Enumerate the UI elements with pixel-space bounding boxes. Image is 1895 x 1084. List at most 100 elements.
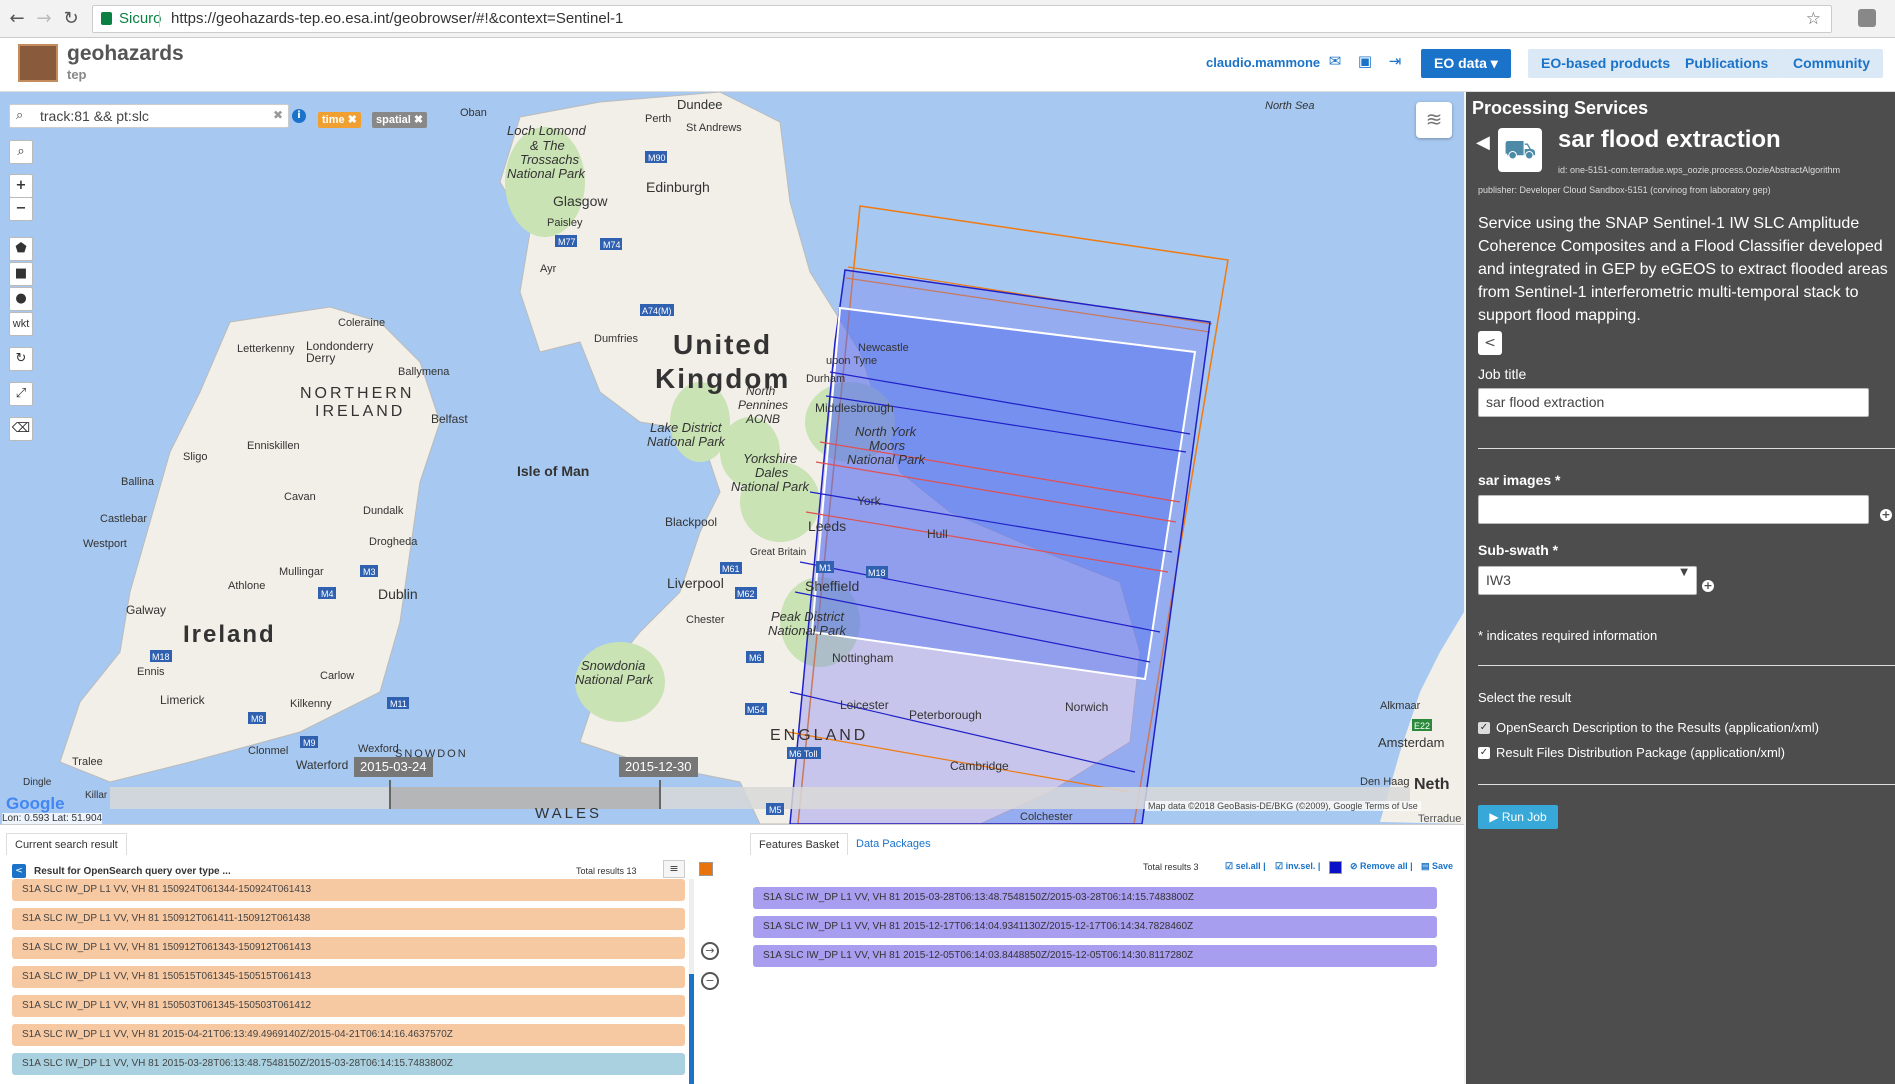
timeline-start-label[interactable]: 2015-03-24 xyxy=(354,757,433,777)
map-search-box[interactable]: ⌕ ✖ xyxy=(9,104,289,128)
nav-community-button[interactable]: Community xyxy=(1780,49,1883,78)
result-row-selected[interactable]: S1A SLC IW_DP L1 VV, VH 81 2015-03-28T06… xyxy=(12,1053,685,1075)
subswath-select[interactable]: IW3 ▼ xyxy=(1478,566,1697,595)
svg-text:Enniskillen: Enniskillen xyxy=(247,440,300,452)
result-row[interactable]: S1A SLC IW_DP L1 VV, VH 81 150912T061343… xyxy=(12,937,685,959)
map-canvas[interactable]: United Kingdom Ireland NORTHERN IRELAND … xyxy=(0,92,1464,824)
fullscreen-icon[interactable]: ⤢ xyxy=(9,382,33,406)
mail-icon[interactable]: ✉ xyxy=(1326,52,1344,70)
refresh-icon[interactable]: ↻ xyxy=(9,347,33,371)
svg-text:Leicester: Leicester xyxy=(840,698,889,712)
result-row[interactable]: S1A SLC IW_DP L1 VV, VH 81 2015-04-21T06… xyxy=(12,1024,685,1046)
add-subswath-icon[interactable]: + xyxy=(1702,580,1714,592)
subswath-value: IW3 xyxy=(1486,572,1511,588)
save-basket-link[interactable]: ▤ Save xyxy=(1421,861,1453,872)
svg-text:M90: M90 xyxy=(648,153,666,163)
result-color-picker[interactable] xyxy=(699,862,713,876)
spatial-filter-tag[interactable]: spatial ✖ xyxy=(372,112,428,128)
result-row[interactable]: S1A SLC IW_DP L1 VV, VH 81 150503T061345… xyxy=(12,995,685,1017)
svg-text:Carlow: Carlow xyxy=(320,670,354,682)
svg-text:Galway: Galway xyxy=(126,603,166,617)
clear-search-icon[interactable]: ✖ xyxy=(273,108,283,122)
logo-title[interactable]: geohazards xyxy=(67,42,184,66)
svg-text:North: North xyxy=(746,384,776,398)
map-search-input[interactable] xyxy=(40,107,260,125)
svg-text:National Park: National Park xyxy=(847,452,927,467)
basket-color-picker[interactable] xyxy=(1329,861,1342,874)
results-scrollbar[interactable] xyxy=(689,879,694,1084)
bookmark-star-icon[interactable]: ☆ xyxy=(1806,6,1821,32)
result-row[interactable]: S1A SLC IW_DP L1 VV, VH 81 150515T061345… xyxy=(12,966,685,988)
layers-icon[interactable]: ≋ xyxy=(1416,102,1452,138)
svg-text:M62: M62 xyxy=(737,589,755,599)
svg-text:M77: M77 xyxy=(558,237,576,247)
eraser-icon[interactable]: ⌫ xyxy=(9,417,33,441)
basket-row[interactable]: S1A SLC IW_DP L1 VV, VH 81 2015-12-17T06… xyxy=(753,916,1437,938)
remove-all-link[interactable]: ⊘ Remove all | xyxy=(1350,861,1413,872)
map-view[interactable]: United Kingdom Ireland NORTHERN IRELAND … xyxy=(0,92,1464,824)
svg-text:Den Haag: Den Haag xyxy=(1360,776,1410,788)
address-bar[interactable]: Sicuro https://geohazards-tep.eo.esa.int… xyxy=(92,5,1832,33)
job-title-input[interactable]: sar flood extraction xyxy=(1478,388,1869,417)
logout-icon[interactable]: ⇥ xyxy=(1386,52,1404,70)
result-row[interactable]: S1A SLC IW_DP L1 VV, VH 81 150924T061344… xyxy=(12,879,685,901)
chevron-down-icon[interactable]: ▼ xyxy=(1680,567,1688,578)
remove-from-basket-icon[interactable]: − xyxy=(701,972,719,990)
invert-selection-link[interactable]: ☑ inv.sel. | xyxy=(1275,861,1320,872)
svg-text:& The: & The xyxy=(530,138,565,153)
svg-text:Cavan: Cavan xyxy=(284,491,316,503)
zoom-in-button[interactable]: + xyxy=(9,174,33,198)
opensearch-checkbox[interactable]: ✓ xyxy=(1478,722,1490,734)
nav-eo-data-button[interactable]: EO data ▾ xyxy=(1421,49,1511,78)
tab-data-packages[interactable]: Data Packages xyxy=(848,833,939,855)
zoom-search-icon[interactable]: ⌕ xyxy=(9,140,33,164)
distribution-package-checkbox[interactable]: ✓ xyxy=(1478,747,1490,759)
scrollbar-thumb[interactable] xyxy=(689,974,694,1084)
logo-icon[interactable] xyxy=(18,44,58,82)
svg-text:M54: M54 xyxy=(747,705,765,715)
share-icon[interactable]: < xyxy=(12,864,26,878)
book-icon[interactable]: ▣ xyxy=(1356,52,1374,70)
nav-publications-button[interactable]: Publications xyxy=(1672,49,1782,78)
svg-text:Belfast: Belfast xyxy=(431,412,468,426)
add-to-basket-icon[interactable]: → xyxy=(701,942,719,960)
draw-point-icon[interactable]: ● xyxy=(9,287,33,311)
opensearch-option-label: OpenSearch Description to the Results (a… xyxy=(1496,720,1819,735)
nav-eo-products-button[interactable]: EO-based products xyxy=(1528,49,1684,78)
search-icon[interactable]: ⌕ xyxy=(16,108,23,123)
svg-text:upon Tyne: upon Tyne xyxy=(826,355,877,367)
svg-text:Waterford: Waterford xyxy=(296,758,348,772)
service-title: sar flood extraction xyxy=(1558,126,1781,153)
svg-text:Colchester: Colchester xyxy=(1020,811,1073,823)
time-filter-tag[interactable]: time ✖ xyxy=(318,112,361,128)
back-icon[interactable]: ← xyxy=(6,8,28,30)
reload-icon[interactable]: ↻ xyxy=(60,8,82,30)
svg-text:National Park: National Park xyxy=(768,623,848,638)
info-icon[interactable]: i xyxy=(292,109,306,123)
draw-rectangle-icon[interactable]: ■ xyxy=(9,262,33,286)
url-text[interactable]: https://geohazards-tep.eo.esa.int/geobro… xyxy=(171,6,623,32)
tab-features-basket[interactable]: Features Basket xyxy=(750,833,849,855)
draw-polygon-icon[interactable]: ⬟ xyxy=(9,237,33,261)
add-sar-image-icon[interactable]: + xyxy=(1880,509,1892,521)
back-arrow-icon[interactable]: ◀ xyxy=(1476,132,1490,153)
svg-text:Westport: Westport xyxy=(83,538,127,550)
timeline-end-label[interactable]: 2015-12-30 xyxy=(619,757,698,777)
wkt-button[interactable]: wkt xyxy=(9,312,33,336)
result-row[interactable]: S1A SLC IW_DP L1 VV, VH 81 150912T061411… xyxy=(12,908,685,930)
basket-row[interactable]: S1A SLC IW_DP L1 VV, VH 81 2015-03-28T06… xyxy=(753,887,1437,909)
forward-icon[interactable]: → xyxy=(33,8,55,30)
select-all-link[interactable]: ☑ sel.all | xyxy=(1225,861,1266,872)
share-icon[interactable]: < xyxy=(1478,331,1502,355)
svg-text:Mullingar: Mullingar xyxy=(279,566,324,578)
tab-current-search-result[interactable]: Current search result xyxy=(6,833,127,855)
svg-text:M3: M3 xyxy=(363,567,376,577)
result-row-text: S1A SLC IW_DP L1 VV, VH 81 150515T061345… xyxy=(22,971,312,982)
extension-icon[interactable] xyxy=(1858,9,1876,27)
basket-row[interactable]: S1A SLC IW_DP L1 VV, VH 81 2015-12-05T06… xyxy=(753,945,1437,967)
user-name-link[interactable]: claudio.mammone xyxy=(1206,55,1320,70)
sar-images-input[interactable] xyxy=(1478,495,1869,524)
run-job-button[interactable]: ▶ Run Job xyxy=(1478,805,1558,829)
list-view-icon[interactable]: ≡ xyxy=(663,860,685,878)
zoom-out-button[interactable]: − xyxy=(9,197,33,221)
